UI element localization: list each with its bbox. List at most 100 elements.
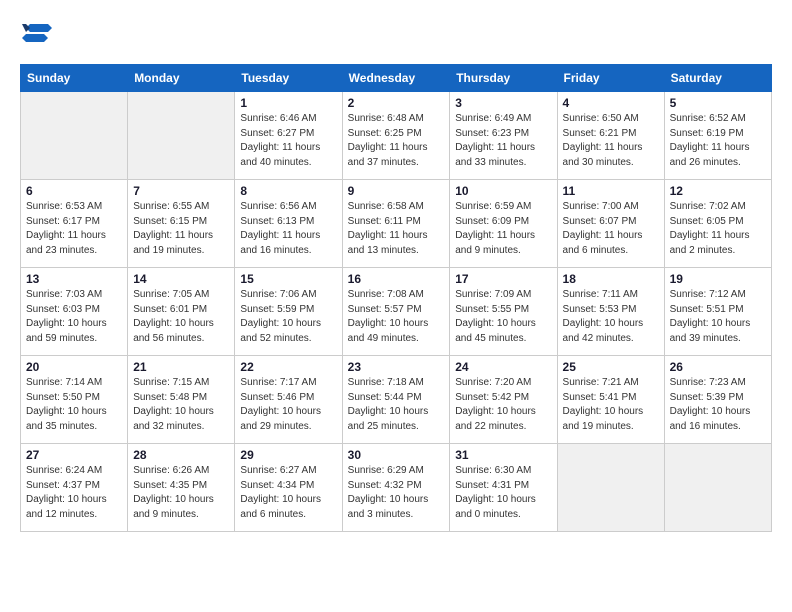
day-info: Sunrise: 6:26 AM Sunset: 4:35 PM Dayligh… [133, 464, 229, 522]
day-number: 18 [563, 272, 659, 286]
day-info: Sunrise: 7:11 AM Sunset: 5:53 PM Dayligh… [563, 288, 659, 346]
day-info: Sunrise: 7:09 AM Sunset: 5:55 PM Dayligh… [455, 288, 551, 346]
day-number: 13 [26, 272, 122, 286]
day-info: Sunrise: 7:23 AM Sunset: 5:39 PM Dayligh… [670, 376, 766, 434]
calendar-cell: 19 Sunrise: 7:12 AM Sunset: 5:51 PM Dayli… [664, 268, 771, 356]
day-info: Sunrise: 6:55 AM Sunset: 6:15 PM Dayligh… [133, 200, 229, 258]
calendar-week-row: 27 Sunrise: 6:24 AM Sunset: 4:37 PM Dayli… [21, 444, 772, 532]
day-info: Sunrise: 7:03 AM Sunset: 6:03 PM Dayligh… [26, 288, 122, 346]
day-info: Sunrise: 7:00 AM Sunset: 6:07 PM Dayligh… [563, 200, 659, 258]
day-number: 8 [240, 184, 336, 198]
logo-icon [20, 20, 52, 48]
day-info: Sunrise: 7:02 AM Sunset: 6:05 PM Dayligh… [670, 200, 766, 258]
day-info: Sunrise: 6:48 AM Sunset: 6:25 PM Dayligh… [348, 112, 445, 170]
day-info: Sunrise: 7:17 AM Sunset: 5:46 PM Dayligh… [240, 376, 336, 434]
calendar-cell: 29 Sunrise: 6:27 AM Sunset: 4:34 PM Dayli… [235, 444, 342, 532]
calendar-cell: 17 Sunrise: 7:09 AM Sunset: 5:55 PM Dayli… [450, 268, 557, 356]
day-number: 12 [670, 184, 766, 198]
weekday-header-friday: Friday [557, 65, 664, 92]
calendar-cell: 12 Sunrise: 7:02 AM Sunset: 6:05 PM Dayli… [664, 180, 771, 268]
day-info: Sunrise: 6:58 AM Sunset: 6:11 PM Dayligh… [348, 200, 445, 258]
day-info: Sunrise: 6:27 AM Sunset: 4:34 PM Dayligh… [240, 464, 336, 522]
day-number: 21 [133, 360, 229, 374]
day-info: Sunrise: 6:29 AM Sunset: 4:32 PM Dayligh… [348, 464, 445, 522]
day-number: 10 [455, 184, 551, 198]
calendar-cell: 23 Sunrise: 7:18 AM Sunset: 5:44 PM Dayli… [342, 356, 450, 444]
day-number: 7 [133, 184, 229, 198]
calendar-cell: 5Sunrise: 6:52 AM Sunset: 6:19 PM Daylig… [664, 92, 771, 180]
calendar-cell: 4 Sunrise: 6:50 AM Sunset: 6:21 PM Daylig… [557, 92, 664, 180]
weekday-header-tuesday: Tuesday [235, 65, 342, 92]
day-number: 25 [563, 360, 659, 374]
day-info: Sunrise: 6:59 AM Sunset: 6:09 PM Dayligh… [455, 200, 551, 258]
weekday-header-thursday: Thursday [450, 65, 557, 92]
day-info: Sunrise: 6:49 AM Sunset: 6:23 PM Dayligh… [455, 112, 551, 170]
weekday-header-wednesday: Wednesday [342, 65, 450, 92]
calendar-cell: 11 Sunrise: 7:00 AM Sunset: 6:07 PM Dayli… [557, 180, 664, 268]
calendar-cell: 8 Sunrise: 6:56 AM Sunset: 6:13 PM Daylig… [235, 180, 342, 268]
day-number: 26 [670, 360, 766, 374]
day-number: 30 [348, 448, 445, 462]
calendar-cell: 27 Sunrise: 6:24 AM Sunset: 4:37 PM Dayli… [21, 444, 128, 532]
day-number: 17 [455, 272, 551, 286]
day-info: Sunrise: 7:15 AM Sunset: 5:48 PM Dayligh… [133, 376, 229, 434]
calendar-cell: 6 Sunrise: 6:53 AM Sunset: 6:17 PM Daylig… [21, 180, 128, 268]
calendar-cell: 16 Sunrise: 7:08 AM Sunset: 5:57 PM Dayli… [342, 268, 450, 356]
day-info: Sunrise: 6:56 AM Sunset: 6:13 PM Dayligh… [240, 200, 336, 258]
calendar-cell: 26 Sunrise: 7:23 AM Sunset: 5:39 PM Dayli… [664, 356, 771, 444]
day-number: 23 [348, 360, 445, 374]
weekday-header-row: SundayMondayTuesdayWednesdayThursdayFrid… [21, 65, 772, 92]
day-number: 15 [240, 272, 336, 286]
calendar-cell [664, 444, 771, 532]
calendar-cell: 18 Sunrise: 7:11 AM Sunset: 5:53 PM Dayli… [557, 268, 664, 356]
day-number: 6 [26, 184, 122, 198]
day-info: Sunrise: 7:18 AM Sunset: 5:44 PM Dayligh… [348, 376, 445, 434]
day-info: Sunrise: 7:12 AM Sunset: 5:51 PM Dayligh… [670, 288, 766, 346]
day-info: Sunrise: 6:50 AM Sunset: 6:21 PM Dayligh… [563, 112, 659, 170]
day-number: 29 [240, 448, 336, 462]
day-info: Sunrise: 7:08 AM Sunset: 5:57 PM Dayligh… [348, 288, 445, 346]
day-number: 9 [348, 184, 445, 198]
day-number: 16 [348, 272, 445, 286]
calendar-cell: 28 Sunrise: 6:26 AM Sunset: 4:35 PM Dayli… [128, 444, 235, 532]
day-number: 20 [26, 360, 122, 374]
day-number: 3 [455, 96, 551, 110]
calendar-cell: 1 Sunrise: 6:46 AM Sunset: 6:27 PM Daylig… [235, 92, 342, 180]
day-info: Sunrise: 7:05 AM Sunset: 6:01 PM Dayligh… [133, 288, 229, 346]
calendar-week-row: 13 Sunrise: 7:03 AM Sunset: 6:03 PM Dayli… [21, 268, 772, 356]
calendar-cell: 2 Sunrise: 6:48 AM Sunset: 6:25 PM Daylig… [342, 92, 450, 180]
day-number: 31 [455, 448, 551, 462]
calendar-cell: 25 Sunrise: 7:21 AM Sunset: 5:41 PM Dayli… [557, 356, 664, 444]
day-info: Sunrise: 7:20 AM Sunset: 5:42 PM Dayligh… [455, 376, 551, 434]
calendar-cell: 22Sunrise: 7:17 AM Sunset: 5:46 PM Dayli… [235, 356, 342, 444]
calendar-cell: 24Sunrise: 7:20 AM Sunset: 5:42 PM Dayli… [450, 356, 557, 444]
day-info: Sunrise: 6:24 AM Sunset: 4:37 PM Dayligh… [26, 464, 122, 522]
day-number: 11 [563, 184, 659, 198]
day-info: Sunrise: 6:46 AM Sunset: 6:27 PM Dayligh… [240, 112, 336, 170]
day-number: 28 [133, 448, 229, 462]
calendar-cell: 15Sunrise: 7:06 AM Sunset: 5:59 PM Dayli… [235, 268, 342, 356]
calendar-week-row: 6 Sunrise: 6:53 AM Sunset: 6:17 PM Daylig… [21, 180, 772, 268]
calendar-cell: 7 Sunrise: 6:55 AM Sunset: 6:15 PM Daylig… [128, 180, 235, 268]
day-number: 2 [348, 96, 445, 110]
weekday-header-saturday: Saturday [664, 65, 771, 92]
day-number: 5 [670, 96, 766, 110]
calendar-cell: 14 Sunrise: 7:05 AM Sunset: 6:01 PM Dayli… [128, 268, 235, 356]
calendar-cell: 30 Sunrise: 6:29 AM Sunset: 4:32 PM Dayli… [342, 444, 450, 532]
weekday-header-sunday: Sunday [21, 65, 128, 92]
day-info: Sunrise: 7:21 AM Sunset: 5:41 PM Dayligh… [563, 376, 659, 434]
day-info: Sunrise: 7:14 AM Sunset: 5:50 PM Dayligh… [26, 376, 122, 434]
calendar-cell: 3 Sunrise: 6:49 AM Sunset: 6:23 PM Daylig… [450, 92, 557, 180]
calendar-cell: 13 Sunrise: 7:03 AM Sunset: 6:03 PM Dayli… [21, 268, 128, 356]
calendar-cell: 21 Sunrise: 7:15 AM Sunset: 5:48 PM Dayli… [128, 356, 235, 444]
day-info: Sunrise: 6:53 AM Sunset: 6:17 PM Dayligh… [26, 200, 122, 258]
day-number: 14 [133, 272, 229, 286]
day-number: 27 [26, 448, 122, 462]
calendar-cell [557, 444, 664, 532]
day-number: 19 [670, 272, 766, 286]
calendar-cell: 10 Sunrise: 6:59 AM Sunset: 6:09 PM Dayli… [450, 180, 557, 268]
calendar-table: SundayMondayTuesdayWednesdayThursdayFrid… [20, 64, 772, 532]
calendar-week-row: 20 Sunrise: 7:14 AM Sunset: 5:50 PM Dayli… [21, 356, 772, 444]
day-number: 1 [240, 96, 336, 110]
day-number: 4 [563, 96, 659, 110]
